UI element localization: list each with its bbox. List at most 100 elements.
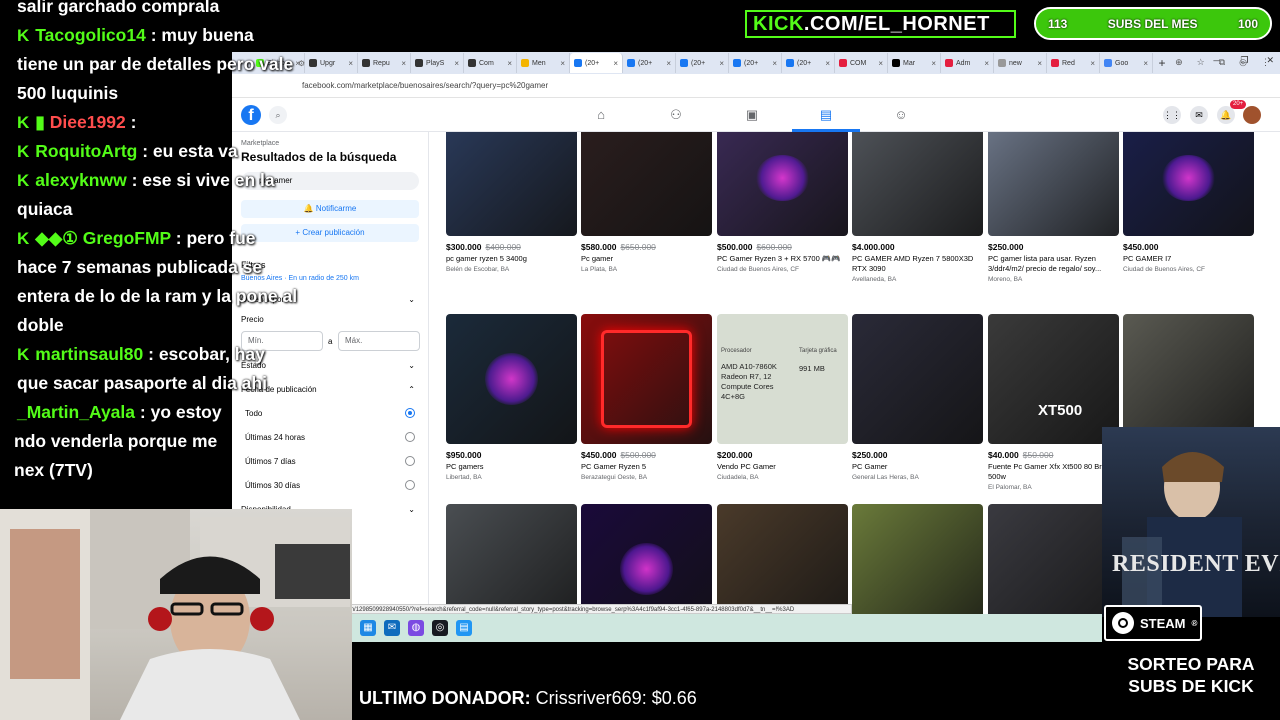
video-icon[interactable]: ▣	[744, 107, 760, 123]
listing-card[interactable]: $300.000 $400.000 pc gamer ryzen 5 3400g Be…	[446, 132, 577, 273]
tab-close-icon[interactable]: ×	[719, 59, 724, 68]
browser-tab[interactable]: Men ×	[517, 53, 570, 73]
browser-tab[interactable]: Com ×	[464, 53, 517, 73]
radio-button[interactable]	[405, 408, 415, 418]
listing-card[interactable]: $580.000 $650.000 Pc gamer La Plata, BA	[581, 132, 712, 273]
browser-tab[interactable]: (20+ ×	[782, 53, 835, 73]
radio-button[interactable]	[405, 432, 415, 442]
radio-button[interactable]	[405, 456, 415, 466]
tab-close-icon[interactable]: ×	[666, 59, 671, 68]
calendar-icon[interactable]: ▦	[360, 620, 376, 636]
browser-tab[interactable]: Upgr ×	[305, 53, 358, 73]
browser-tab[interactable]: (20+ ×	[570, 53, 623, 73]
browser-tab[interactable]: Adm ×	[941, 53, 994, 73]
bookmark-star-icon[interactable]: ☆	[1197, 57, 1205, 68]
listing-card[interactable]	[988, 504, 1119, 614]
listing-card[interactable]: $450.000 PC GAMER I7 Ciudad de Buenos Aire…	[1123, 132, 1254, 273]
max-price-input[interactable]: Máx.	[338, 331, 420, 351]
listing-photo[interactable]	[581, 314, 712, 444]
listing-card[interactable]: $250.000 PC gamer lista para usar. Ryzen …	[988, 132, 1119, 283]
address-bar[interactable]: facebook.com/marketplace/buenosaires/sea…	[232, 74, 1280, 98]
browser-tab[interactable]: Repu ×	[358, 53, 411, 73]
listing-title[interactable]: Pc gamer	[581, 254, 712, 264]
listing-photo[interactable]	[446, 132, 577, 236]
tab-close-icon[interactable]: ×	[1090, 59, 1095, 68]
listing-photo[interactable]	[446, 504, 577, 614]
listing-photo[interactable]	[852, 132, 983, 236]
listing-photo[interactable]	[581, 504, 712, 614]
listing-title[interactable]: PC gamers	[446, 462, 577, 472]
listing-title[interactable]: PC Gamer Ryzen 3 + RX 5700 🎮🎮	[717, 254, 848, 264]
listing-photo[interactable]: XT500	[988, 314, 1119, 444]
profile-icon[interactable]: ◎	[1239, 57, 1247, 68]
listing-title[interactable]: PC Gamer Ryzen 5	[581, 462, 712, 472]
browser-tab[interactable]: Red ×	[1047, 53, 1100, 73]
listing-card[interactable]: $500.000 $600.000 PC Gamer Ryzen 3 + RX 57…	[717, 132, 848, 273]
tab-close-icon[interactable]: ×	[507, 59, 512, 68]
browser-tab[interactable]: COM ×	[835, 53, 888, 73]
app-icon[interactable]: ◍	[408, 620, 424, 636]
listing-photo[interactable]	[1123, 132, 1254, 236]
tab-close-icon[interactable]: ×	[401, 59, 406, 68]
listing-card[interactable]: $4.000.000 PC GAMER AMD Ryzen 7 5800X3D R…	[852, 132, 983, 283]
listing-card[interactable]	[852, 504, 983, 614]
tab-close-icon[interactable]: ×	[454, 59, 459, 68]
listing-title[interactable]: PC GAMER I7	[1123, 254, 1254, 264]
listing-title[interactable]: PC GAMER AMD Ryzen 7 5800X3D RTX 3090	[852, 254, 983, 274]
listing-card[interactable]: Procesador AMD A10-7860K Radeon R7, 12 Co…	[717, 314, 848, 481]
listing-photo[interactable]	[1123, 314, 1254, 444]
avatar[interactable]	[1243, 106, 1261, 124]
browser-tab[interactable]: Goo ×	[1100, 53, 1153, 73]
tab-close-icon[interactable]: ×	[1037, 59, 1042, 68]
tab-close-icon[interactable]: ×	[878, 59, 883, 68]
listing-card[interactable]: $250.000 PC Gamer General Las Heras, BA	[852, 314, 983, 481]
listing-photo[interactable]	[988, 132, 1119, 236]
listing-photo[interactable]	[581, 132, 712, 236]
listing-title[interactable]: Fuente Pc Gamer Xfx Xt500 80 Bronze 500w	[988, 462, 1119, 482]
friends-icon[interactable]: ⚇	[668, 107, 684, 123]
listing-card[interactable]	[446, 504, 577, 614]
marketplace-icon[interactable]: ▤	[818, 107, 834, 123]
steam-icon[interactable]: ◎	[432, 620, 448, 636]
listing-card[interactable]: $950.000 PC gamers Libertad, BA	[446, 314, 577, 481]
browser-tab[interactable]: (20+ ×	[676, 53, 729, 73]
tab-close-icon[interactable]: ×	[613, 59, 618, 68]
tab-close-icon[interactable]: ×	[931, 59, 936, 68]
browser-tab[interactable]: (20+ ×	[623, 53, 676, 73]
tab-close-icon[interactable]: ×	[984, 59, 989, 68]
tab-close-icon[interactable]: ×	[825, 59, 830, 68]
tab-close-icon[interactable]: ×	[1143, 59, 1148, 68]
listing-card[interactable]	[717, 504, 848, 614]
browser-tab[interactable]: (20+ ×	[729, 53, 782, 73]
listing-photo[interactable]	[717, 504, 848, 614]
listing-card[interactable]: XT500 $40.000 $50.000 Fuente Pc Gamer Xfx X…	[988, 314, 1119, 491]
home-icon[interactable]: ⌂	[593, 107, 609, 123]
browser-tab[interactable]: PlayS ×	[411, 53, 464, 73]
listing-photo[interactable]	[852, 504, 983, 614]
url-text[interactable]: facebook.com/marketplace/buenosaires/sea…	[302, 81, 548, 90]
listing-photo[interactable]	[852, 314, 983, 444]
listing-card[interactable]	[581, 504, 712, 614]
browser-tab[interactable]: Mar ×	[888, 53, 941, 73]
notepad-icon[interactable]: ▤	[456, 620, 472, 636]
listing-title[interactable]: Vendo PC Gamer	[717, 462, 848, 472]
groups-icon[interactable]: ☺	[893, 107, 909, 123]
listing-photo[interactable]: Procesador AMD A10-7860K Radeon R7, 12 Co…	[717, 314, 848, 444]
listing-card[interactable]: $450.000 $500.000 PC Gamer Ryzen 5 Berazate…	[581, 314, 712, 481]
tab-close-icon[interactable]: ×	[560, 59, 565, 68]
listing-title[interactable]: PC Gamer	[852, 462, 983, 472]
menu-icon[interactable]: ⋮	[1261, 57, 1270, 68]
tab-close-icon[interactable]: ×	[772, 59, 777, 68]
browser-tab[interactable]: new ×	[994, 53, 1047, 73]
new-tab-button[interactable]: +	[1153, 56, 1171, 70]
listing-photo[interactable]	[717, 132, 848, 236]
messenger-icon[interactable]: ✉	[1190, 106, 1208, 124]
listing-photo[interactable]	[988, 504, 1119, 614]
listing-photo[interactable]	[446, 314, 577, 444]
outlook-icon[interactable]: ✉	[384, 620, 400, 636]
tab-close-icon[interactable]: ×	[348, 59, 353, 68]
listing-title[interactable]: pc gamer ryzen 5 3400g	[446, 254, 577, 264]
listing-card[interactable]	[1123, 314, 1254, 444]
extensions-icon[interactable]: ⧉	[1219, 57, 1225, 68]
zoom-icon[interactable]: ⊕	[1175, 57, 1183, 68]
